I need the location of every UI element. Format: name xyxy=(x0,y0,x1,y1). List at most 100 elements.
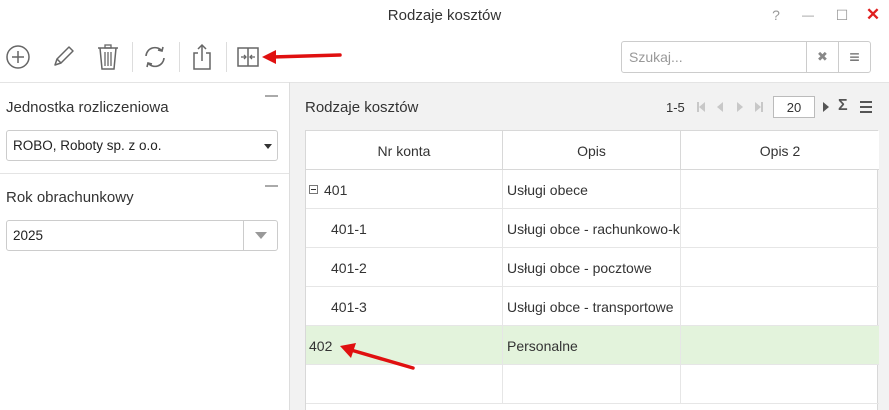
menu-icon xyxy=(860,111,872,113)
year-label: Rok obrachunkowy xyxy=(6,189,134,206)
cell-opis: Usługi obce - transportowe xyxy=(503,287,681,326)
chevron-down-icon xyxy=(264,144,272,149)
table-row[interactable] xyxy=(306,365,879,404)
column-header-opis-2[interactable]: Opis 2 xyxy=(681,131,879,170)
pager-range: 1-5 xyxy=(666,100,685,115)
cell-opis-text: Usługi obce - pocztowe xyxy=(507,259,652,276)
table-row[interactable]: 401-2 Usługi obce - pocztowe xyxy=(306,248,879,287)
cell-opis: Usługi obce - rachunkowo-k xyxy=(503,209,681,248)
table-row[interactable]: 401-1 Usługi obce - rachunkowo-k xyxy=(306,209,879,248)
cell-nr-konta: 401-2 xyxy=(306,248,503,287)
collapse-year-section[interactable] xyxy=(265,185,278,187)
cell-opis-2 xyxy=(681,209,879,248)
search-clear-button[interactable]: ✖ xyxy=(806,42,838,72)
help-button[interactable]: ? xyxy=(764,4,788,26)
cell-nr-konta-text: 401-3 xyxy=(331,298,367,315)
year-select[interactable]: 2025 xyxy=(6,220,278,251)
cell-opis xyxy=(503,365,681,404)
cell-opis-text: Usługi obece xyxy=(507,181,588,198)
cell-opis-text: Personalne xyxy=(507,337,578,354)
cell-nr-konta-text: 401-1 xyxy=(331,220,367,237)
edit-icon xyxy=(54,46,74,66)
menu-icon xyxy=(860,101,872,103)
sum-button[interactable]: Σ xyxy=(838,97,848,115)
cell-opis-2 xyxy=(681,365,879,404)
last-page-icon xyxy=(761,102,763,112)
toolbar: ✖ ≡ xyxy=(0,32,889,82)
prev-page-icon xyxy=(717,102,723,112)
last-page-button[interactable] xyxy=(752,100,766,114)
year-dropdown-button[interactable] xyxy=(243,221,277,250)
grid-title: Rodzaje kosztów xyxy=(305,99,419,116)
unit-label: Jednostka rozliczeniowa xyxy=(6,99,169,116)
grid-menu-button[interactable] xyxy=(860,101,872,116)
cell-nr-konta-text: 401 xyxy=(324,181,348,198)
add-button[interactable] xyxy=(2,40,34,74)
minimize-button[interactable]: — xyxy=(796,4,820,26)
menu-icon: ≡ xyxy=(849,46,860,67)
first-page-icon xyxy=(699,102,705,112)
collapse-unit-section[interactable] xyxy=(265,95,278,97)
table-row[interactable]: 402 Personalne xyxy=(306,326,879,365)
grid-header: Nr konta Opis Opis 2 xyxy=(306,131,879,170)
cell-opis-2 xyxy=(681,170,879,209)
collapse-tree-icon[interactable] xyxy=(309,185,318,194)
next-page-button[interactable] xyxy=(733,100,747,114)
cell-nr-konta-text: 402 xyxy=(309,337,333,354)
clear-icon: ✖ xyxy=(817,49,828,64)
column-header-nr-konta[interactable]: Nr konta xyxy=(306,131,503,170)
export-button[interactable] xyxy=(186,40,218,74)
cell-opis: Personalne xyxy=(503,326,681,365)
export-icon xyxy=(193,43,211,70)
search-input[interactable] xyxy=(622,42,806,72)
section-divider xyxy=(0,173,289,174)
unit-select-value: ROBO, Roboty sp. z o.o. xyxy=(13,138,162,153)
refresh-button[interactable] xyxy=(139,40,171,74)
cell-opis-text: Usługi obce - transportowe xyxy=(507,298,674,315)
add-icon xyxy=(6,45,30,69)
cell-opis: Usługi obce - pocztowe xyxy=(503,248,681,287)
cell-nr-konta: 401 xyxy=(306,170,503,209)
cell-opis: Usługi obece xyxy=(503,170,681,209)
first-page-button[interactable] xyxy=(694,100,708,114)
search-menu-button[interactable]: ≡ xyxy=(838,42,870,72)
cell-nr-konta xyxy=(306,365,503,404)
toolbar-separator xyxy=(179,42,180,72)
cell-opis-text: Usługi obce - rachunkowo-k xyxy=(507,220,680,237)
filter-panel: Jednostka rozliczeniowa ROBO, Roboty sp.… xyxy=(0,82,289,410)
cell-opis-2 xyxy=(681,287,879,326)
toolbar-separator xyxy=(132,42,133,72)
data-grid: Nr konta Opis Opis 2 401 Usługi obece 401-… xyxy=(305,130,879,410)
table-row[interactable]: 401-3 Usługi obce - transportowe xyxy=(306,287,879,326)
unit-select[interactable]: ROBO, Roboty sp. z o.o. xyxy=(6,130,278,161)
close-button[interactable]: ✕ xyxy=(861,4,885,26)
page-size-input[interactable] xyxy=(773,96,815,118)
delete-icon xyxy=(98,44,118,70)
title-bar: Rodzaje kosztów ? — ☐ ✕ xyxy=(0,0,889,32)
split-view-button[interactable] xyxy=(232,40,264,74)
maximize-button[interactable]: ☐ xyxy=(830,4,854,26)
cell-nr-konta-text: 401-2 xyxy=(331,259,367,276)
edit-button[interactable] xyxy=(47,40,79,74)
cell-opis-2 xyxy=(681,248,879,287)
split-view-icon xyxy=(237,47,259,67)
column-header-opis[interactable]: Opis xyxy=(503,131,681,170)
chevron-down-icon xyxy=(254,232,267,239)
next-page-icon xyxy=(737,102,743,112)
year-select-value: 2025 xyxy=(13,228,44,243)
cell-nr-konta: 402 xyxy=(306,326,503,365)
prev-page-button[interactable] xyxy=(713,100,727,114)
table-row[interactable]: 401 Usługi obece xyxy=(306,170,879,209)
cell-nr-konta: 401-3 xyxy=(306,287,503,326)
delete-button[interactable] xyxy=(92,40,124,74)
window-title: Rodzaje kosztów xyxy=(387,7,502,24)
refresh-icon xyxy=(145,46,165,68)
go-page-button[interactable] xyxy=(819,100,833,114)
menu-icon xyxy=(860,106,872,108)
search-box: ✖ ≡ xyxy=(621,41,871,73)
cell-nr-konta: 401-1 xyxy=(306,209,503,248)
grid-panel: Rodzaje kosztów 1-5 Σ Nr konta Opis Opis… xyxy=(290,82,889,410)
play-icon xyxy=(823,102,829,112)
cell-opis-2 xyxy=(681,326,879,365)
toolbar-separator xyxy=(226,42,227,72)
